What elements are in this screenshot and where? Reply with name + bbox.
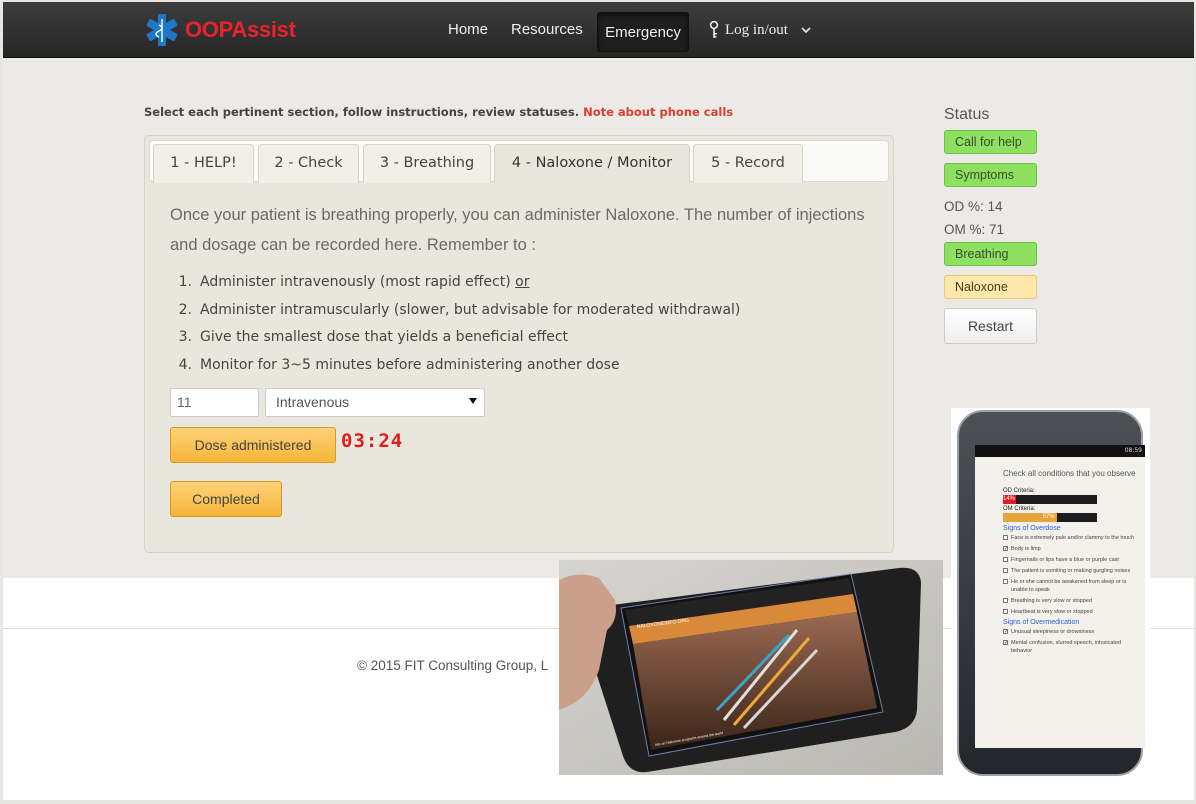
checkbox-icon[interactable] [1003, 609, 1008, 614]
route-select-value: Intravenous [276, 394, 350, 410]
status-badge-call: Call for help [944, 130, 1037, 154]
phone-checklist-item[interactable]: Face is extremely pale and/or clammy to … [1003, 534, 1137, 542]
step-number: 3. [178, 329, 192, 345]
nav-emergency[interactable]: Emergency [597, 12, 689, 52]
phone-frame: 08:59 Check all conditions that you obse… [957, 410, 1145, 776]
checkbox-icon[interactable] [1003, 579, 1008, 584]
phone-status-bar: 08:59 [975, 445, 1145, 457]
key-icon [709, 21, 719, 38]
status-title: Status [944, 106, 990, 123]
status-badge-naloxone: Naloxone [944, 275, 1037, 299]
step-or: or [515, 274, 530, 290]
phone-checklist-item[interactable]: Heartbeat is very slow or stopped [1003, 608, 1137, 616]
dose-administered-button[interactable]: Dose administered [170, 427, 336, 463]
instructions-text: Select each pertinent section, follow in… [144, 105, 580, 119]
list-item: 2. Administer intramuscularly (slower, b… [170, 302, 870, 330]
checked-checkbox-icon[interactable]: ✓ [1003, 629, 1008, 635]
phone-clock: 08:59 [1124, 447, 1142, 454]
chevron-down-icon [801, 27, 811, 34]
tablet-photo: NALOXONEINFO.ORG Info on Naloxone progra… [559, 560, 943, 775]
phone-content: Check all conditions that you observe OD… [975, 457, 1145, 655]
nav-login[interactable]: Log in/out [709, 2, 812, 58]
route-select[interactable]: Intravenous [265, 388, 485, 417]
step-text: Monitor for 3~5 minutes before administe… [200, 356, 620, 373]
dose-count-input[interactable]: 11 [170, 388, 259, 417]
phone-checklist-text: Breathing is very slow or stopped [1011, 598, 1093, 604]
phone-checklist-text: He or she cannot be awakened from sleep … [1011, 579, 1127, 593]
brand[interactable]: OOPAssist [145, 12, 296, 48]
phone-checklist-item[interactable]: ✓ Body is limp [1003, 545, 1137, 553]
star-of-life-icon [146, 14, 178, 46]
naloxone-steps: 1. Administer intravenously (most rapid … [170, 274, 870, 384]
phone-calls-note-link[interactable]: Note about phone calls [583, 105, 733, 119]
checkbox-icon[interactable] [1003, 598, 1008, 603]
tablet-photo-image: NALOXONEINFO.ORG Info on Naloxone progra… [559, 560, 943, 775]
step-text: Administer intravenously (most rapid eff… [200, 274, 511, 290]
om-percent: OM %: 71 [944, 222, 1005, 237]
phone-od-list: Face is extremely pale and/or clammy to … [1003, 534, 1137, 616]
dose-timer: 03:24 [341, 430, 404, 452]
list-item: 3. Give the smallest dose that yields a … [170, 329, 870, 357]
phone-od-section: Signs of Overdose [1003, 525, 1061, 532]
checkbox-icon[interactable] [1003, 557, 1008, 562]
checkbox-icon[interactable] [1003, 568, 1008, 573]
phone-checklist-item[interactable]: The patient is vomiting or making gurgli… [1003, 567, 1137, 575]
phone-om-fill: 57% [1003, 513, 1057, 522]
copyright: © 2015 FIT Consulting Group, L [357, 658, 549, 673]
status-badge-breathing: Breathing [944, 242, 1037, 266]
nav-resources[interactable]: Resources [511, 2, 583, 58]
list-item: 4. Monitor for 3~5 minutes before admini… [170, 357, 870, 385]
step-text: Administer intramuscularly (slower, but … [200, 301, 741, 318]
phone-om-section: Signs of Overmedication [1003, 619, 1080, 626]
step-number: 4. [178, 356, 192, 373]
tab-panel: 1 - HELP! 2 - Check 3 - Breathing 4 - Na… [144, 135, 894, 553]
phone-screen: 08:59 Check all conditions that you obse… [975, 445, 1145, 748]
phone-om-label: OM Criteria: [1003, 506, 1036, 512]
od-percent: OD %: 14 [944, 199, 1003, 214]
phone-checklist-text: Face is extremely pale and/or clammy to … [1011, 535, 1134, 541]
checked-checkbox-icon[interactable]: ✓ [1003, 546, 1008, 552]
phone-checklist-text: Heartbeat is very slow or stopped [1011, 609, 1093, 615]
status-badge-symptoms: Symptoms [944, 163, 1037, 187]
step-text: Give the smallest dose that yields a ben… [200, 329, 569, 345]
phone-photo: 08:59 Check all conditions that you obse… [951, 408, 1150, 778]
dropdown-arrow-icon [469, 398, 477, 404]
tab-naloxone-monitor[interactable]: 4 - Naloxone / Monitor [494, 144, 690, 183]
checked-checkbox-icon[interactable]: ✓ [1003, 640, 1008, 646]
tab-breathing[interactable]: 3 - Breathing [363, 144, 491, 183]
phone-od-fill: 14% [1003, 495, 1017, 504]
phone-checklist-item[interactable]: ✓ Mental confusion, slurred speech, intox… [1003, 639, 1137, 655]
phone-prompt: Check all conditions that you observe [1003, 469, 1136, 478]
naloxone-intro: Once your patient is breathing properly,… [170, 206, 865, 254]
phone-om-list: ✓ Unusual sleepiness or drowsiness ✓ Mental… [1003, 628, 1137, 655]
step-number: 2. [178, 301, 192, 318]
tab-check[interactable]: 2 - Check [258, 144, 359, 183]
phone-od-label: OD Criteria: [1003, 488, 1035, 494]
step-number: 1. [178, 274, 192, 290]
phone-od-bar: 14% [1003, 495, 1097, 504]
phone-checklist-text: Mental confusion, slurred speech, intoxi… [1011, 640, 1122, 654]
checkbox-icon[interactable] [1003, 535, 1008, 540]
list-item: 1. Administer intravenously (most rapid … [170, 274, 870, 302]
nav-login-label: Log in/out [725, 22, 788, 38]
phone-checklist-item[interactable]: Fingernails or lips have a blue or purpl… [1003, 556, 1137, 564]
tab-record[interactable]: 5 - Record [693, 144, 803, 183]
restart-button[interactable]: Restart [944, 308, 1037, 344]
completed-button[interactable]: Completed [170, 481, 282, 517]
phone-checklist-item[interactable]: He or she cannot be awakened from sleep … [1003, 578, 1137, 594]
phone-checklist-item[interactable]: Breathing is very slow or stopped [1003, 597, 1137, 605]
instructions: Select each pertinent section, follow in… [144, 105, 733, 119]
phone-checklist-text: Fingernails or lips have a blue or purpl… [1011, 557, 1119, 563]
tab-help[interactable]: 1 - HELP! [153, 144, 254, 183]
top-navbar: OOPAssist Home Resources Emergency Log i… [3, 2, 1194, 58]
nav-home[interactable]: Home [448, 2, 488, 58]
phone-checklist-text: The patient is vomiting or making gurgli… [1011, 568, 1131, 574]
phone-om-bar: 57% [1003, 513, 1097, 522]
phone-checklist-item[interactable]: ✓ Unusual sleepiness or drowsiness [1003, 628, 1137, 636]
phone-checklist-text: Body is limp [1011, 546, 1041, 552]
phone-checklist-text: Unusual sleepiness or drowsiness [1011, 629, 1095, 635]
tab-bar: 1 - HELP! 2 - Check 3 - Breathing 4 - Na… [149, 140, 889, 183]
brand-name: OOPAssist [185, 17, 296, 42]
